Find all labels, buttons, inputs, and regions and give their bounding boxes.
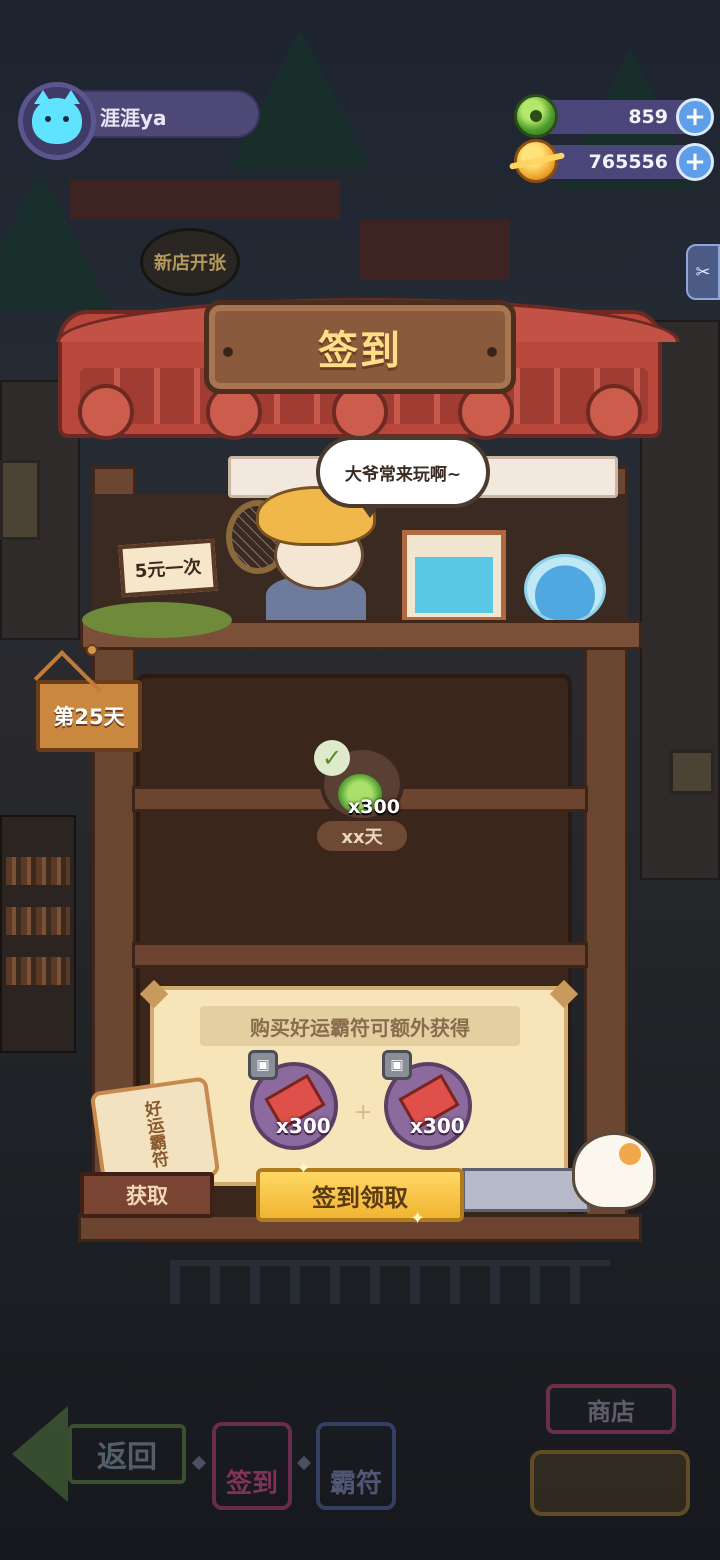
roof-knob	[78, 384, 134, 440]
check-icon: ✓	[314, 740, 350, 776]
shelf-plank	[132, 942, 588, 968]
sparkle-icon: ✦	[410, 1208, 426, 1229]
modal-title: 签到	[318, 328, 402, 374]
reward-quantity: x300	[348, 796, 400, 818]
nav-separator	[191, 1455, 207, 1471]
add-gem-button[interactable]: +	[676, 98, 714, 136]
bonus-ticket-qty: x300	[410, 1114, 465, 1138]
add-coin-button[interactable]: +	[676, 143, 714, 181]
nav-checkin-label: 签到	[225, 1469, 278, 1499]
player-profile[interactable]: 涯涯ya	[16, 82, 260, 160]
roof-decoration	[360, 220, 510, 280]
nav-checkin-tab[interactable]: 签到	[212, 1422, 292, 1510]
lock-icon: ▣	[248, 1050, 278, 1080]
fence-decoration	[170, 1260, 610, 1304]
bonus-ticket-qty: x300	[276, 1114, 331, 1138]
price-sign: 5元一次	[118, 538, 218, 598]
lock-icon: ▣	[382, 1050, 412, 1080]
bench-decoration	[462, 1168, 590, 1212]
gold-coin-counter: 765556 +	[514, 139, 714, 183]
moss-decoration	[82, 602, 232, 638]
nav-shop-button[interactable]: 商店	[520, 1364, 700, 1534]
green-gem-counter: 859 +	[514, 94, 714, 138]
charm-label: 好运霸符	[139, 1099, 170, 1170]
day-counter-label: 第25天	[53, 705, 125, 729]
get-charm-button[interactable]: 获取	[80, 1172, 214, 1218]
roof-decoration	[70, 180, 340, 220]
nav-charm-label: 霸符	[329, 1469, 382, 1499]
new-shop-bubble: 新店开张	[140, 228, 240, 296]
checkin-claim-button[interactable]: 签到领取	[256, 1168, 464, 1222]
sparkle-icon: ✦	[296, 1158, 312, 1179]
side-scissors-tab[interactable]: ✂	[686, 244, 720, 300]
gold-coin-value: 765556	[588, 151, 668, 173]
green-gem-icon	[514, 94, 558, 138]
bonus-banner: 购买好运霸符可额外获得	[200, 1006, 520, 1046]
back-button[interactable]: 返回	[12, 1406, 186, 1502]
roof-knob	[586, 384, 642, 440]
nav-shop-label: 商店	[587, 1397, 635, 1426]
reward-day-label: xx天	[314, 818, 410, 854]
scissors-icon: ✂	[695, 261, 711, 283]
aquarium-icon	[402, 530, 506, 622]
back-label: 返回	[97, 1440, 157, 1475]
gold-planet-coin-icon	[514, 139, 558, 183]
calico-cat-icon	[572, 1132, 656, 1210]
player-name: 涯涯ya	[100, 106, 167, 130]
speech-bubble: 大爷常来玩啊~	[316, 436, 490, 518]
green-gem-value: 859	[628, 106, 668, 128]
back-arrow-icon	[12, 1406, 68, 1502]
bottom-nav: 返回 签到 霸符 商店	[0, 1330, 720, 1560]
window-decoration	[670, 750, 714, 794]
plus-icon: +	[354, 1100, 373, 1125]
modal-title-board: 签到	[204, 300, 516, 394]
nav-separator	[296, 1455, 312, 1471]
shop-cart-icon	[530, 1450, 690, 1516]
nav-charm-tab[interactable]: 霸符	[316, 1422, 396, 1510]
cat-avatar-icon[interactable]	[18, 82, 96, 160]
day-counter-sign: 第25天	[36, 644, 142, 752]
fishbowl-icon	[524, 554, 606, 624]
window-decoration	[0, 460, 40, 540]
